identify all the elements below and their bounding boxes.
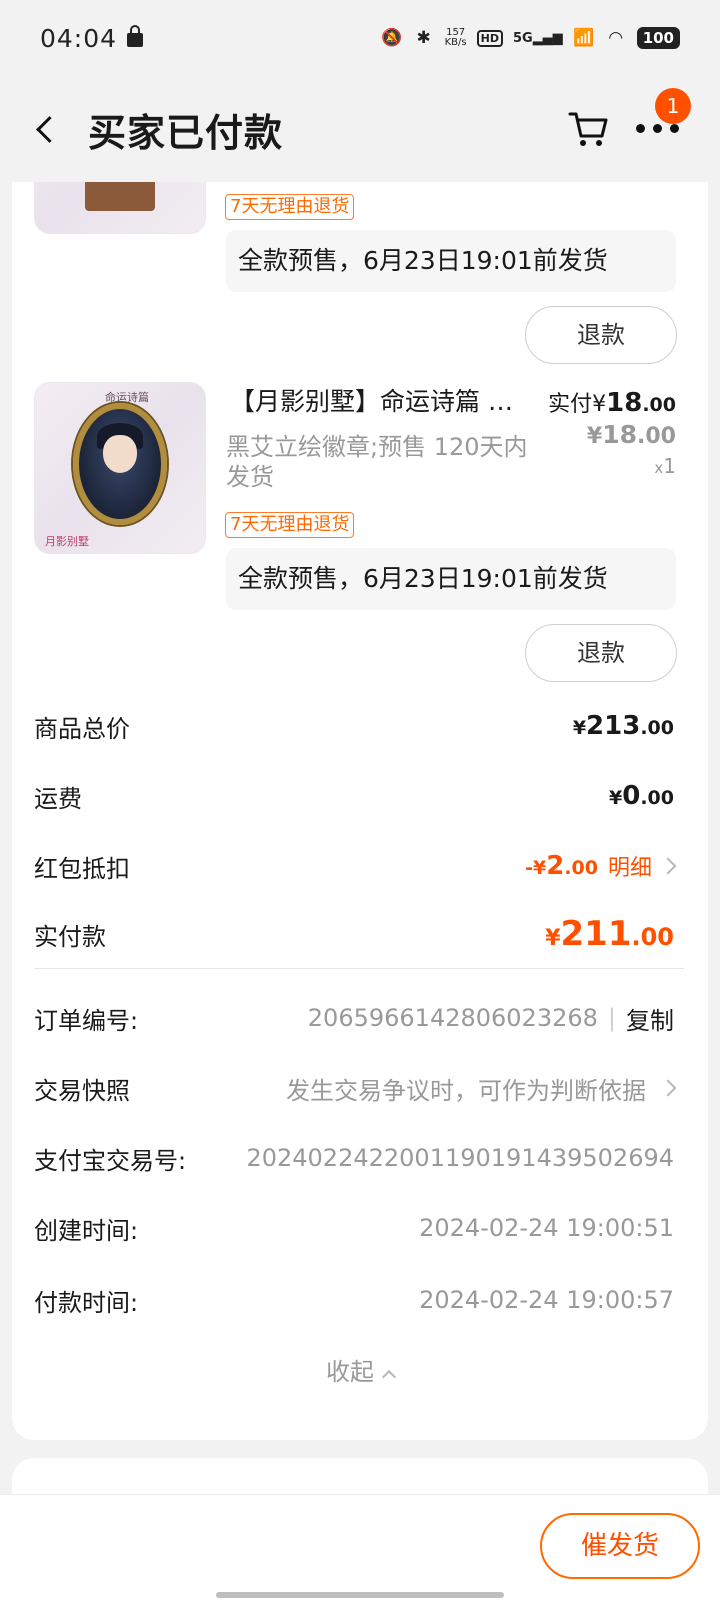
created-time-label: 创建时间: <box>34 1216 139 1245</box>
presale-notice: 全款预售，6月23日19:01前发货 <box>226 548 676 610</box>
alipay-trade-label: 支付宝交易号: <box>34 1146 187 1175</box>
trade-snapshot-hint: 发生交易争议时，可作为判断依据 <box>286 1076 646 1105</box>
nav-bar: 买家已付款 <box>0 76 720 182</box>
hd-icon: HD <box>476 29 503 47</box>
copy-order-number-button[interactable]: 复制 <box>626 1001 674 1036</box>
network-speed-unit: KB/s <box>444 37 467 48</box>
signal-label: 5G <box>512 30 533 46</box>
coupon-detail-link[interactable]: 明细 <box>608 850 652 882</box>
coupon-label: 红包抵扣 <box>34 854 130 883</box>
signal-2-icon: 📶 <box>573 28 595 48</box>
goods-total-value: ¥213.00 <box>572 711 674 741</box>
lock-icon <box>127 25 144 47</box>
product-sku: 黑艾立绘徽章;预售 120天内发货 <box>226 433 528 491</box>
quantity: x1 <box>654 454 676 478</box>
presale-notice: 全款预售，6月23日19:01前发货 <box>226 230 676 292</box>
paid-time-label: 付款时间: <box>34 1288 139 1317</box>
home-indicator <box>216 1592 504 1598</box>
order-number-value: 2065966142806023268 <box>307 1004 598 1032</box>
refund-button[interactable]: 退款 <box>525 306 677 364</box>
return-policy-tag: 7天无理由退货 <box>225 512 355 538</box>
mute-icon: 🔕 <box>381 28 403 48</box>
thumbnail-logo-text: 命运诗篇 <box>105 391 149 404</box>
network-speed: 157 KB/s <box>445 28 467 48</box>
created-time-row: 创建时间: 2024-02-24 19:00:51 <box>34 1208 674 1248</box>
paid-price: 实付¥18.00 <box>548 388 676 418</box>
status-bar: 04:04 🔕 ✱ 157 KB/s HD 5G ▂▄▆ 📶 ◠ 100 <box>0 0 720 76</box>
collapse-button[interactable]: 收起 <box>12 1352 708 1387</box>
collapse-label: 收起 <box>326 1358 374 1386</box>
cart-icon <box>568 112 608 146</box>
order-number-label: 订单编号: <box>34 1006 139 1035</box>
chevron-right-icon <box>659 1079 677 1097</box>
coupon-value: -¥2.00 <box>525 851 598 881</box>
alipay-trade-value: 2024022422001190191439502694 <box>246 1144 674 1172</box>
created-time-value: 2024-02-24 19:00:51 <box>419 1214 674 1242</box>
separator: | <box>607 1004 616 1032</box>
paid-time-row: 付款时间: 2024-02-24 19:00:57 <box>34 1280 674 1320</box>
chevron-up-icon <box>381 1369 397 1385</box>
urge-shipment-button[interactable]: 催发货 <box>540 1513 700 1579</box>
paid-total-value: ¥211.00 <box>545 914 674 954</box>
alipay-trade-row: 支付宝交易号: 2024022422001190191439502694 <box>34 1138 674 1178</box>
product-thumbnail[interactable] <box>34 182 206 234</box>
original-price: ¥18.00 <box>586 420 676 449</box>
bluetooth-icon: ✱ <box>416 28 431 48</box>
shipping-row: 运费 ¥0.00 <box>34 776 674 816</box>
product-thumbnail[interactable]: 命运诗篇 月影别墅 <box>34 382 206 554</box>
product-title[interactable]: 【月影别墅】命运诗篇 … <box>230 382 530 418</box>
paid-time-value: 2024-02-24 19:00:57 <box>419 1286 674 1314</box>
shipping-value: ¥0.00 <box>609 781 674 811</box>
bottom-action-bar: 催发货 <box>0 1494 720 1600</box>
goods-total-row: 商品总价 ¥213.00 <box>34 706 674 746</box>
status-icons: 🔕 ✱ 157 KB/s HD 5G ▂▄▆ 📶 ◠ 100 <box>381 27 680 49</box>
trade-snapshot-row[interactable]: 交易快照 发生交易争议时，可作为判断依据 <box>34 1068 677 1108</box>
signal-icon: 5G ▂▄▆ <box>512 30 563 46</box>
paid-price-label: 实付 <box>548 392 593 417</box>
refund-button[interactable]: 退款 <box>525 624 677 682</box>
order-detail-card: 7天无理由退货 全款预售，6月23日19:01前发货 退款 命运诗篇 月影别墅 … <box>12 182 708 1440</box>
order-number-row: 订单编号: 2065966142806023268 | 复制 <box>34 998 674 1038</box>
paid-total-label: 实付款 <box>34 922 106 951</box>
thumbnail-brand: 月影别墅 <box>45 535 89 548</box>
coupon-row[interactable]: 红包抵扣 -¥2.00 明细 <box>34 846 677 886</box>
wifi-icon: ◠ <box>608 28 624 48</box>
trade-snapshot-label: 交易快照 <box>34 1076 130 1105</box>
more-icon <box>636 124 645 133</box>
battery-icon: 100 <box>636 27 680 49</box>
paid-total-row: 实付款 ¥211.00 <box>34 914 674 954</box>
back-button[interactable] <box>28 109 68 149</box>
notification-badge: 1 <box>655 88 691 124</box>
goods-total-label: 商品总价 <box>34 714 130 743</box>
shipping-label: 运费 <box>34 784 82 813</box>
divider <box>34 968 684 969</box>
page-title: 买家已付款 <box>88 110 284 155</box>
cart-button[interactable] <box>566 106 610 150</box>
return-policy-tag: 7天无理由退货 <box>225 194 355 220</box>
chevron-right-icon <box>659 857 677 875</box>
status-time: 04:04 <box>40 23 118 53</box>
